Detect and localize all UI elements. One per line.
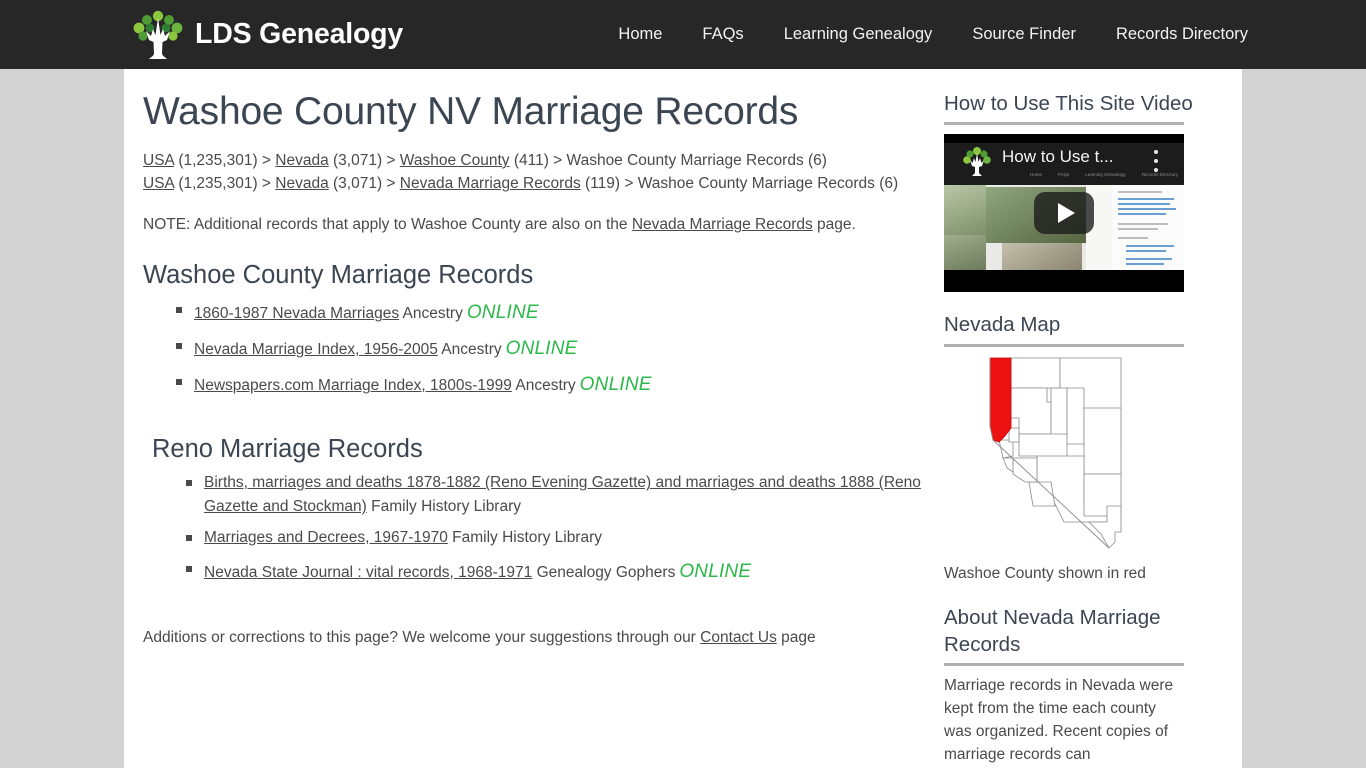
breadcrumb-row-2: USA (1,235,301) > Nevada (3,071) > Nevad… <box>143 172 944 195</box>
record-source-label: Ancestry <box>399 305 463 323</box>
heading-rule <box>944 663 1184 667</box>
page-title: Washoe County NV Marriage Records <box>143 90 799 133</box>
nav-item-records-directory[interactable]: Records Directory <box>1116 25 1248 44</box>
video-site-navbar: How to Use t... Home FAQs Learning Genealo… <box>944 143 1184 186</box>
breadcrumb-text: (1,235,301) > <box>174 175 276 193</box>
record-list-washoe: 1860-1987 Nevada Marriages Ancestry ONLIN… <box>143 298 944 399</box>
record-title-link[interactable]: Newspapers.com Marriage Index, 1800s-199… <box>194 377 512 394</box>
breadcrumb-link[interactable]: Nevada Marriage Records <box>400 175 581 192</box>
breadcrumb-text: (1,235,301) > <box>174 152 276 170</box>
record-title-link[interactable]: Births, marriages and deaths 1878-1882 (… <box>204 474 921 515</box>
breadcrumb-link[interactable]: Washoe County <box>400 152 510 169</box>
online-badge: ONLINE <box>679 560 752 582</box>
heading-rule <box>944 122 1184 126</box>
online-badge: ONLINE <box>579 374 652 396</box>
breadcrumb-link[interactable]: Nevada <box>275 152 328 169</box>
nav-item-source-finder[interactable]: Source Finder <box>972 25 1076 44</box>
main-navigation: Home FAQs Learning Genealogy Source Find… <box>618 25 1248 44</box>
widget-nevada-map: Nevada Map Washoe County shown in red <box>944 311 1242 585</box>
section-heading-reno: Reno Marriage Records <box>152 434 423 463</box>
map-caption: Washoe County shown in red <box>944 564 1146 582</box>
nav-item-faqs[interactable]: FAQs <box>702 25 743 44</box>
breadcrumb-link[interactable]: USA <box>143 152 174 169</box>
record-list-reno: Births, marriages and deaths 1878-1882 (… <box>143 471 944 585</box>
nav-item-learning-genealogy[interactable]: Learning Genealogy <box>784 25 933 44</box>
note-prefix: NOTE: Additional records that apply to W… <box>143 216 632 234</box>
widget-about-nevada-marriage-records: About Nevada Marriage Records Marriage r… <box>944 604 1242 767</box>
video-overlay-title: How to Use t... <box>1002 147 1114 167</box>
section-washoe-county: Washoe County Marriage Records 1860-1987… <box>143 260 944 399</box>
content-container: Washoe County NV Marriage Records USA (1… <box>124 69 1242 768</box>
contact-note-suffix: page <box>776 628 816 646</box>
breadcrumb: USA (1,235,301) > Nevada (3,071) > Washo… <box>143 149 944 195</box>
record-list-item: Newspapers.com Marriage Index, 1800s-199… <box>176 370 944 399</box>
video-letterbox-top <box>944 134 1184 144</box>
section-heading-washoe: Washoe County Marriage Records <box>143 261 534 290</box>
play-button-icon[interactable] <box>1034 192 1094 235</box>
video-player[interactable]: How to Use t... Home FAQs Learning Genealo… <box>944 134 1184 293</box>
collage-photo-4 <box>1002 243 1082 271</box>
record-list-item: Nevada Marriage Index, 1956-2005 Ancestr… <box>176 334 944 363</box>
record-source-label: Family History Library <box>447 528 603 546</box>
breadcrumb-link[interactable]: USA <box>143 175 174 192</box>
record-title-link[interactable]: Nevada State Journal : vital records, 19… <box>204 564 532 581</box>
record-list-item: Nevada State Journal : vital records, 19… <box>186 557 944 586</box>
sidebar: How to Use This Site Video How to Use t.… <box>944 69 1242 768</box>
main-column: Washoe County NV Marriage Records USA (1… <box>124 69 944 768</box>
nevada-county-map <box>944 356 1184 553</box>
record-list-item: Births, marriages and deaths 1878-1882 (… <box>186 471 944 518</box>
record-list-item: Marriages and Decrees, 1967-1970 Family … <box>186 526 944 550</box>
collage-photo-1 <box>944 185 986 236</box>
note-text: NOTE: Additional records that apply to W… <box>143 213 944 236</box>
note-link-nevada-marriage-records[interactable]: Nevada Marriage Records <box>632 216 813 233</box>
breadcrumb-link[interactable]: Nevada <box>275 175 328 192</box>
collage-photo-2 <box>944 235 986 271</box>
breadcrumb-row-1: USA (1,235,301) > Nevada (3,071) > Washo… <box>143 149 944 172</box>
breadcrumb-text: (119) > Washoe County Marriage Records (… <box>580 175 899 193</box>
note-suffix: page. <box>812 216 856 234</box>
widget-heading-map: Nevada Map <box>944 313 1061 337</box>
widget-how-to-use-video: How to Use This Site Video How to Use t.… <box>944 90 1242 293</box>
breadcrumb-text: (411) > Washoe County Marriage Records (… <box>509 152 827 170</box>
kebab-menu-icon[interactable] <box>1154 150 1158 173</box>
contact-note: Additions or corrections to this page? W… <box>143 626 944 649</box>
brand-name: LDS Genealogy <box>195 18 404 50</box>
brand-logo-link[interactable]: LDS Genealogy <box>129 0 403 69</box>
site-header: LDS Genealogy Home FAQs Learning Genealo… <box>0 0 1366 69</box>
nav-item-home[interactable]: Home <box>618 25 662 44</box>
contact-us-link[interactable]: Contact Us <box>700 629 777 646</box>
washoe-county-highlight <box>989 357 1012 442</box>
contact-note-prefix: Additions or corrections to this page? W… <box>143 628 701 646</box>
tree-logo-icon <box>129 9 187 61</box>
breadcrumb-text: (3,071) > <box>328 175 400 193</box>
online-badge: ONLINE <box>505 338 578 360</box>
widget-heading-video: How to Use This Site Video <box>944 92 1193 115</box>
about-body-text: Marriage records in Nevada were kept fro… <box>944 677 1174 763</box>
online-badge: ONLINE <box>466 302 539 324</box>
widget-heading-about: About Nevada Marriage Records <box>944 605 1161 656</box>
record-title-link[interactable]: Marriages and Decrees, 1967-1970 <box>204 529 448 546</box>
record-title-link[interactable]: 1860-1987 Nevada Marriages <box>194 305 399 322</box>
record-list-item: 1860-1987 Nevada Marriages Ancestry ONLIN… <box>176 298 944 327</box>
heading-rule <box>944 343 1184 347</box>
video-navbar-links: Home FAQs Learning Genealogy Records Direct… <box>1030 172 1178 178</box>
video-letterbox-bottom <box>944 270 1184 293</box>
video-document-pane <box>1112 185 1184 271</box>
record-title-link[interactable]: Nevada Marriage Index, 1956-2005 <box>194 341 438 358</box>
record-source-label: Ancestry <box>437 341 502 359</box>
breadcrumb-text: (3,071) > <box>328 152 400 170</box>
page-root: LDS Genealogy Home FAQs Learning Genealo… <box>0 0 1366 768</box>
record-source-label: Genealogy Gophers <box>532 563 676 581</box>
record-source-label: Ancestry <box>511 377 576 395</box>
record-source-label: Family History Library <box>366 498 522 516</box>
section-reno: Reno Marriage Records Births, marriages … <box>143 434 944 586</box>
